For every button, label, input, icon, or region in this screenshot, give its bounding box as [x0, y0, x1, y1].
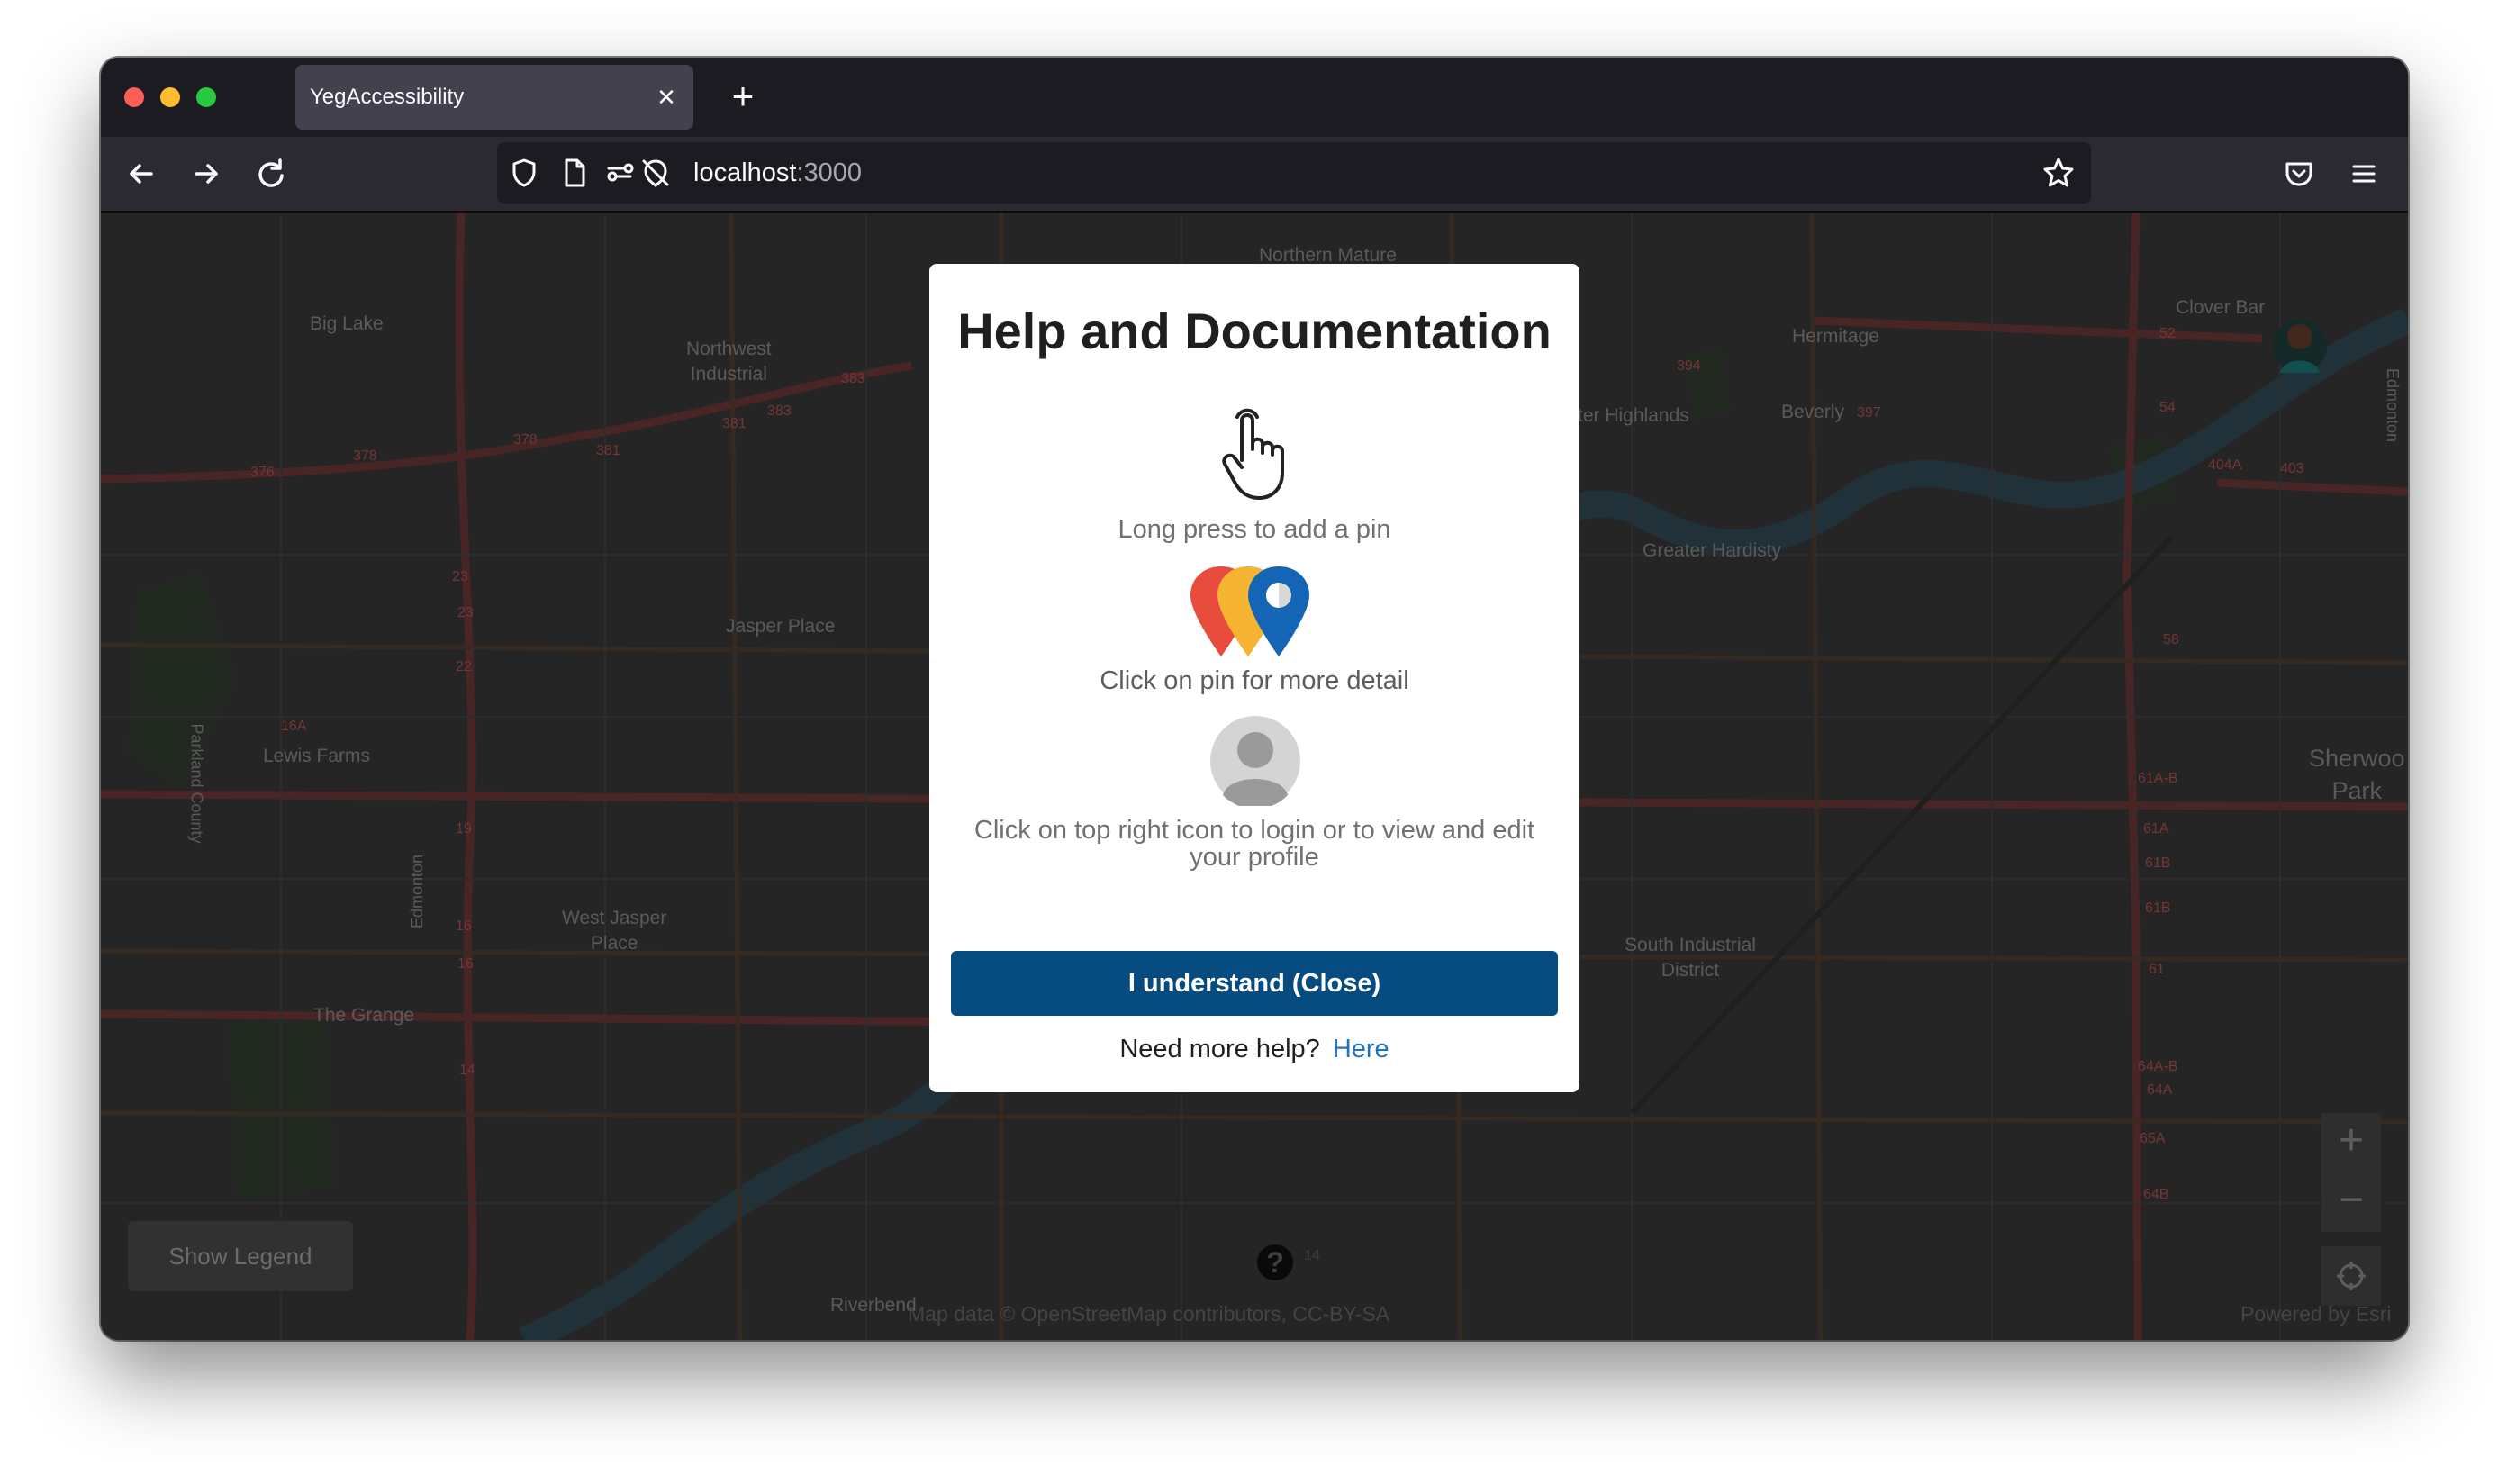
url-text[interactable]: localhost:3000 [693, 158, 862, 188]
zoom-out-button[interactable]: − [2321, 1172, 2381, 1232]
url-port: :3000 [796, 158, 863, 187]
tracking-protection-off-icon[interactable] [638, 155, 674, 191]
back-button[interactable] [119, 151, 164, 196]
back-arrow-icon [130, 164, 153, 184]
crosshair-icon [2337, 1262, 2366, 1290]
permissions-icon[interactable] [603, 155, 639, 191]
url-host: localhost [693, 158, 797, 187]
bookmark-star-icon[interactable] [2041, 155, 2077, 191]
zoom-in-button[interactable]: + [2321, 1113, 2381, 1172]
minimize-window-button[interactable] [160, 87, 180, 107]
forward-button[interactable] [184, 151, 229, 196]
locate-button[interactable] [2321, 1246, 2381, 1306]
url-bar[interactable]: localhost:3000 [497, 142, 2091, 204]
understand-close-button[interactable]: I understand (Close) [951, 951, 1558, 1016]
modal-title: Help and Documentation [957, 303, 1552, 359]
map-pins-icon [1190, 566, 1309, 656]
reload-icon [258, 158, 284, 187]
title-bar: YegAccessibility ✕ + [101, 58, 2408, 137]
pocket-icon [2285, 162, 2312, 186]
maximize-window-button[interactable] [196, 87, 216, 107]
page-icon[interactable] [557, 155, 593, 191]
menu-button[interactable] [2341, 151, 2386, 196]
here-link[interactable]: Here [1333, 1035, 1389, 1063]
show-legend-button[interactable]: Show Legend [128, 1221, 353, 1291]
tab-close-icon[interactable]: ✕ [652, 83, 681, 112]
map-attribution: Map data © OpenStreetMap contributors, C… [908, 1302, 1390, 1326]
user-avatar-icon [1210, 716, 1300, 806]
reload-button[interactable] [249, 151, 294, 196]
forward-arrow-icon [195, 164, 218, 184]
hamburger-menu-icon [2352, 165, 2376, 183]
browser-window: YegAccessibility ✕ + localhost:3000 Nort… [101, 58, 2408, 1340]
click-pin-caption: Click on pin for more detail [1100, 666, 1409, 695]
shield-icon[interactable] [506, 155, 542, 191]
esri-attribution[interactable]: Powered by Esri [2240, 1302, 2391, 1326]
long-press-caption: Long press to add a pin [1118, 515, 1391, 544]
navigation-bar: localhost:3000 [101, 137, 2408, 213]
profile-caption: Click on top right icon to login or to v… [973, 816, 1535, 872]
pointer-hand-icon [1222, 408, 1284, 500]
close-window-button[interactable] [124, 87, 144, 107]
help-button[interactable]: ? [1257, 1244, 1293, 1280]
browser-tab[interactable]: YegAccessibility ✕ [295, 65, 693, 130]
tab-title: YegAccessibility [310, 85, 465, 109]
need-more-help-text: Need more help? [1119, 1035, 1320, 1063]
need-more-help: Need more help? Here [929, 1035, 1579, 1064]
pocket-button[interactable] [2276, 151, 2321, 196]
help-modal: Help and Documentation Long press to add… [929, 264, 1579, 1092]
new-tab-button[interactable]: + [720, 74, 765, 119]
